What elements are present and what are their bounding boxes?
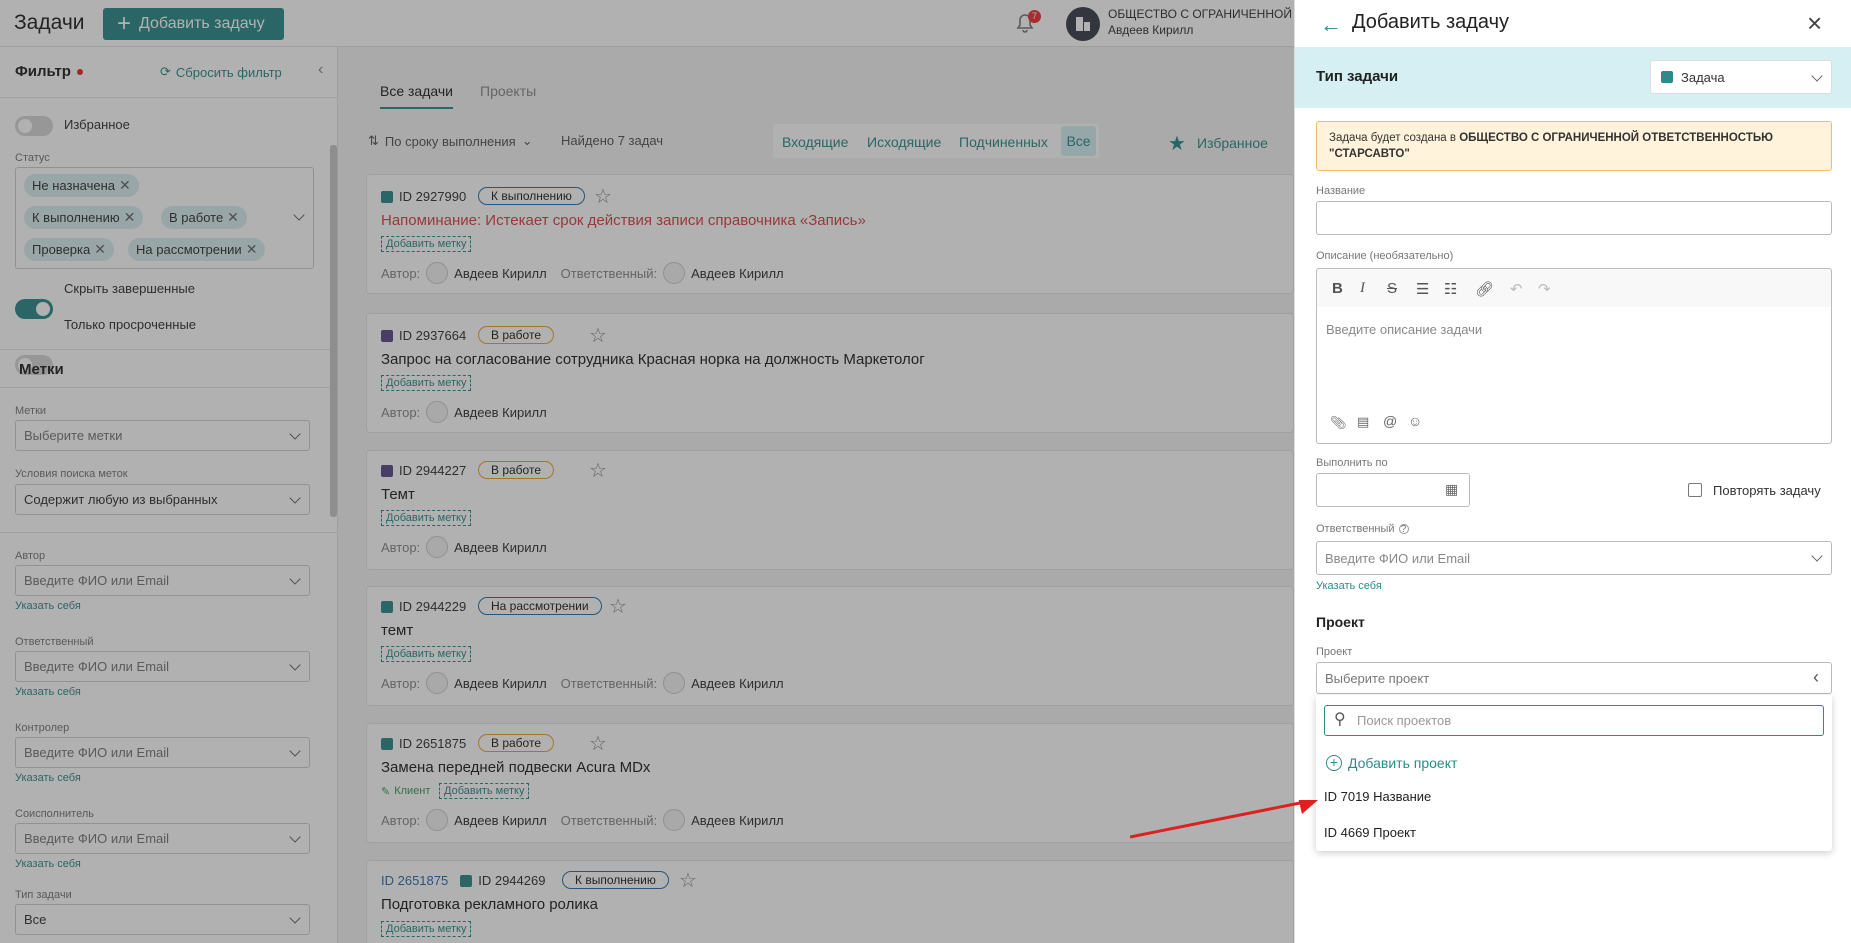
redo-icon[interactable]: ↷ bbox=[1538, 280, 1551, 298]
emoji-icon[interactable]: ☺ bbox=[1408, 413, 1422, 429]
project-option[interactable]: ID 7019 Название bbox=[1324, 789, 1431, 804]
name-label: Название bbox=[1316, 185, 1366, 197]
italic-icon[interactable]: I bbox=[1360, 280, 1365, 297]
responsible-select[interactable]: Введите ФИО или Email bbox=[1316, 541, 1832, 575]
panel-title: Добавить задачу bbox=[1352, 11, 1510, 33]
responsible-label: Ответственный? bbox=[1316, 523, 1409, 535]
attach-icon[interactable]: 📎︎ bbox=[1330, 415, 1347, 431]
strikethrough-icon[interactable]: S bbox=[1387, 280, 1397, 297]
task-name-input[interactable] bbox=[1316, 201, 1832, 235]
bullet-list-icon[interactable]: ☰ bbox=[1416, 280, 1429, 298]
chevron-left-icon: ‹ bbox=[1813, 667, 1819, 687]
task-type-heading: Тип задачи bbox=[1316, 68, 1399, 85]
organization-notice: Задача будет создана в ОБЩЕСТВО С ОГРАНИ… bbox=[1316, 121, 1832, 171]
calendar-icon[interactable]: ▦ bbox=[1445, 481, 1458, 498]
plus-circle-icon: + bbox=[1326, 755, 1342, 771]
close-icon[interactable]: × bbox=[1807, 8, 1822, 39]
bold-icon[interactable]: B bbox=[1332, 280, 1343, 297]
task-type-select[interactable]: Задача bbox=[1650, 60, 1832, 94]
annotation-arrow bbox=[1130, 800, 1318, 839]
undo-icon[interactable]: ↶ bbox=[1510, 280, 1523, 298]
repeat-checkbox[interactable] bbox=[1688, 483, 1702, 497]
help-icon[interactable]: ? bbox=[1398, 524, 1409, 535]
project-heading: Проект bbox=[1316, 614, 1365, 630]
project-dropdown: Поиск проектов ⚲ + Добавить проект ID 701… bbox=[1316, 695, 1832, 851]
editor-toolbar: B I S ☰ ☷ 🔗︎ ↶ ↷ bbox=[1316, 268, 1832, 307]
mention-icon[interactable]: @ bbox=[1383, 413, 1397, 429]
project-select[interactable]: Выберите проект ‹ bbox=[1316, 662, 1832, 694]
task-type-band: Тип задачи Задача bbox=[1295, 47, 1851, 108]
add-task-panel: ← Добавить задачу × Тип задачи Задача За… bbox=[1294, 0, 1851, 943]
description-label: Описание (необязательно) bbox=[1316, 250, 1454, 262]
search-icon: ⚲ bbox=[1334, 711, 1346, 728]
due-date-label: Выполнить по bbox=[1316, 457, 1388, 469]
back-arrow-icon[interactable]: ← bbox=[1320, 12, 1342, 38]
document-icon[interactable]: ▤ bbox=[1357, 414, 1369, 430]
link-icon[interactable]: 🔗︎ bbox=[1475, 280, 1494, 298]
arrow-shaft bbox=[1130, 800, 1306, 839]
add-project-button[interactable]: + Добавить проект bbox=[1326, 755, 1457, 771]
modal-overlay[interactable] bbox=[0, 0, 1294, 943]
arrow-head bbox=[1298, 800, 1318, 814]
description-placeholder: Введите описание задачи bbox=[1326, 322, 1483, 337]
description-editor[interactable]: Введите описание задачи 📎︎ ▤ @ ☺ bbox=[1316, 307, 1832, 444]
repeat-label: Повторять задачу bbox=[1713, 483, 1821, 498]
project-option[interactable]: ID 4669 Проект bbox=[1324, 825, 1416, 840]
specify-self-link[interactable]: Указать себя bbox=[1316, 580, 1382, 592]
task-icon bbox=[1661, 71, 1673, 83]
chevron-down-icon bbox=[1811, 70, 1823, 82]
numbered-list-icon[interactable]: ☷ bbox=[1444, 280, 1457, 298]
project-search-input[interactable]: Поиск проектов bbox=[1324, 705, 1824, 736]
chevron-down-icon bbox=[1811, 550, 1823, 562]
due-date-input[interactable]: ▦ bbox=[1316, 473, 1470, 507]
project-label: Проект bbox=[1316, 646, 1353, 658]
